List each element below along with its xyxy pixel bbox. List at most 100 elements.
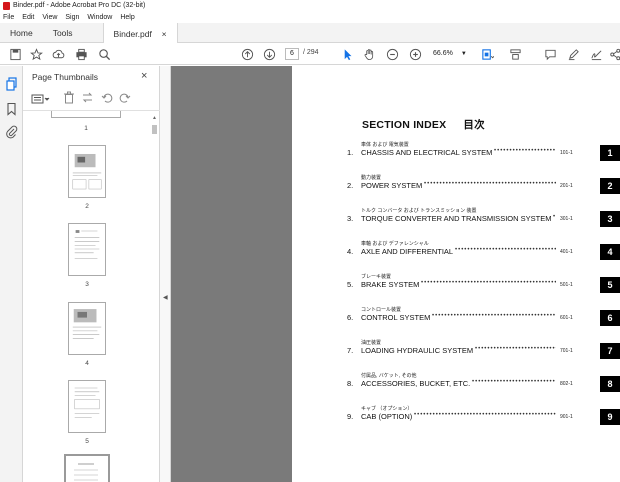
thumbnail-page-1[interactable] xyxy=(51,111,121,118)
thumbnail-label-1: 1 xyxy=(84,125,88,132)
thumbnail-label-5: 5 xyxy=(85,438,89,445)
section-name: CHASSIS AND ELECTRICAL SYSTEM xyxy=(361,148,493,157)
page-title: SECTION INDEX 目次 xyxy=(362,117,485,132)
upload-icon[interactable] xyxy=(51,47,65,61)
menu-file[interactable]: File xyxy=(3,14,14,21)
bookmark-icon[interactable] xyxy=(5,102,18,116)
rotate-right-icon[interactable] xyxy=(119,91,131,104)
sign-icon[interactable] xyxy=(589,47,603,61)
thumbnail-page-6[interactable] xyxy=(64,454,110,482)
thumbnail-options-icon[interactable] xyxy=(31,92,51,104)
leader-dots: ••••••••••••••••••••••••••••••••••••••••… xyxy=(455,247,556,253)
thumbnail-list: 1 2 3 4 5 xyxy=(23,111,151,482)
thumbnail-scrollbar[interactable]: ▲ xyxy=(151,113,158,482)
tab-home[interactable]: Home xyxy=(0,23,43,43)
save-icon[interactable] xyxy=(8,47,22,61)
tab-tools[interactable]: Tools xyxy=(43,23,83,43)
section-entry[interactable]: 車軸 および デファレンシャル 4. AXLE AND DIFFERENTIAL ••… xyxy=(292,240,620,270)
rotate-left-icon[interactable] xyxy=(101,91,113,104)
leader-dots: ••••••••••••••••••••••••••••••••••••••••… xyxy=(432,313,556,319)
star-icon[interactable] xyxy=(29,47,43,61)
section-page-ref: 501-1 xyxy=(560,282,573,288)
chevron-down-icon: ▼ xyxy=(460,51,467,57)
zoom-level-dropdown[interactable]: 66.6% ▼ xyxy=(433,48,467,60)
trash-icon[interactable] xyxy=(63,91,75,104)
thumbnail-label-3: 3 xyxy=(85,281,89,288)
scroll-mode-icon[interactable] xyxy=(508,47,522,61)
thumbnail-page-4[interactable] xyxy=(68,302,106,355)
hand-icon[interactable] xyxy=(362,47,376,61)
section-entry[interactable]: コントロール装置 6. CONTROL SYSTEM ••••••••••••••••… xyxy=(292,306,620,336)
title-bar: Binder.pdf - Adobe Acrobat Pro DC (32-bi… xyxy=(0,0,620,11)
search-icon[interactable] xyxy=(97,47,111,61)
scroll-up-icon[interactable]: ▲ xyxy=(152,115,157,121)
section-tab-marker[interactable]: 3 xyxy=(600,211,620,227)
section-number: 1. xyxy=(347,148,354,157)
section-tab-marker[interactable]: 4 xyxy=(600,244,620,260)
acrobat-app-icon xyxy=(3,1,10,10)
leader-dots: ••••••••••••••••••••••••••••••••••••••••… xyxy=(424,181,556,187)
menu-bar: File Edit View Sign Window Help xyxy=(0,11,620,23)
section-tab-marker[interactable]: 8 xyxy=(600,376,620,392)
fit-page-icon[interactable] xyxy=(480,47,494,61)
section-entry[interactable]: 車体 および 電気装置 1. CHASSIS AND ELECTRICAL SYST… xyxy=(292,141,620,171)
main-toolbar: 6 / 294 66.6% ▼ xyxy=(0,43,620,65)
section-entry[interactable]: 動力装置 2. POWER SYSTEM ••••••••••••••••••••••… xyxy=(292,174,620,204)
section-name-jp: キャブ （オプション） xyxy=(361,406,413,412)
section-tab-marker[interactable]: 6 xyxy=(600,310,620,326)
section-page-ref: 802-1 xyxy=(560,381,573,387)
section-tab-marker[interactable]: 9 xyxy=(600,409,620,425)
menu-help[interactable]: Help xyxy=(120,14,134,21)
page-down-icon[interactable] xyxy=(262,47,276,61)
print-icon[interactable] xyxy=(74,47,88,61)
section-name-jp: トルク コンバータ および トランスミッション 装置 xyxy=(361,208,477,214)
share-icon[interactable] xyxy=(608,47,620,61)
comment-icon[interactable] xyxy=(543,47,557,61)
thumbnail-page-2[interactable] xyxy=(68,145,106,198)
zoom-level-value: 66.6% xyxy=(433,50,453,57)
section-tab-marker[interactable]: 5 xyxy=(600,277,620,293)
replace-page-icon[interactable] xyxy=(81,91,94,104)
panel-splitter[interactable]: ◀ xyxy=(160,66,171,482)
thumbnail-page-5[interactable] xyxy=(68,380,106,433)
left-navigation-rail xyxy=(0,66,23,482)
section-entry[interactable]: 付属品, バケット, その他 8. ACCESSORIES, BUCKET, ETC… xyxy=(292,372,620,402)
section-page-ref: 101-1 xyxy=(560,150,573,156)
menu-sign[interactable]: Sign xyxy=(65,14,79,21)
page-thumbnails-icon[interactable] xyxy=(5,77,18,91)
leader-dots: ••••••••••••••••••••••••••••••••••••••••… xyxy=(475,346,556,352)
tab-document[interactable]: Binder.pdf × xyxy=(102,23,178,44)
page-number-input[interactable]: 6 xyxy=(285,48,299,60)
section-entry[interactable]: トルク コンバータ および トランスミッション 装置 3. TORQUE CONVE… xyxy=(292,207,620,237)
section-tab-marker[interactable]: 7 xyxy=(600,343,620,359)
section-entry[interactable]: ブレーキ装置 5. BRAKE SYSTEM ••••••••••••••••••••… xyxy=(292,273,620,303)
section-tab-marker[interactable]: 1 xyxy=(600,145,620,161)
section-entry[interactable]: 油圧装置 7. LOADING HYDRAULIC SYSTEM ••••••••••… xyxy=(292,339,620,369)
section-entry[interactable]: キャブ （オプション） 9. CAB (OPTION) •••••••••••••••… xyxy=(292,405,620,435)
page-up-icon[interactable] xyxy=(240,47,254,61)
collapse-panel-icon[interactable]: ◀ xyxy=(163,294,168,301)
section-page-ref: 401-1 xyxy=(560,249,573,255)
highlight-icon[interactable] xyxy=(566,47,580,61)
section-page-ref: 601-1 xyxy=(560,315,573,321)
select-cursor-icon[interactable] xyxy=(340,47,354,61)
tab-close-icon[interactable]: × xyxy=(162,29,167,39)
section-name-jp: 車軸 および デファレンシャル xyxy=(361,241,429,247)
section-name: AXLE AND DIFFERENTIAL xyxy=(361,247,454,256)
zoom-in-icon[interactable] xyxy=(408,47,422,61)
zoom-out-icon[interactable] xyxy=(385,47,399,61)
panel-toolbar xyxy=(29,90,155,106)
thumbnail-page-3[interactable] xyxy=(68,223,106,276)
section-tab-marker[interactable]: 2 xyxy=(600,178,620,194)
page-total: / 294 xyxy=(303,49,319,56)
document-viewer: SECTION INDEX 目次 車体 および 電気装置 1. CHASSIS AN… xyxy=(171,66,620,482)
leader-dots: ••••••••••••••••••••••••••••••••••••••••… xyxy=(494,148,556,154)
tab-bar: Home Tools Binder.pdf × xyxy=(0,23,620,44)
section-name: TORQUE CONVERTER AND TRANSMISSION SYSTEM xyxy=(361,214,552,223)
menu-window[interactable]: Window xyxy=(87,14,112,21)
panel-close-icon[interactable]: × xyxy=(141,70,147,82)
scrollbar-thumb[interactable] xyxy=(152,125,157,134)
menu-edit[interactable]: Edit xyxy=(22,14,34,21)
attachment-icon[interactable] xyxy=(5,125,18,139)
menu-view[interactable]: View xyxy=(42,14,57,21)
